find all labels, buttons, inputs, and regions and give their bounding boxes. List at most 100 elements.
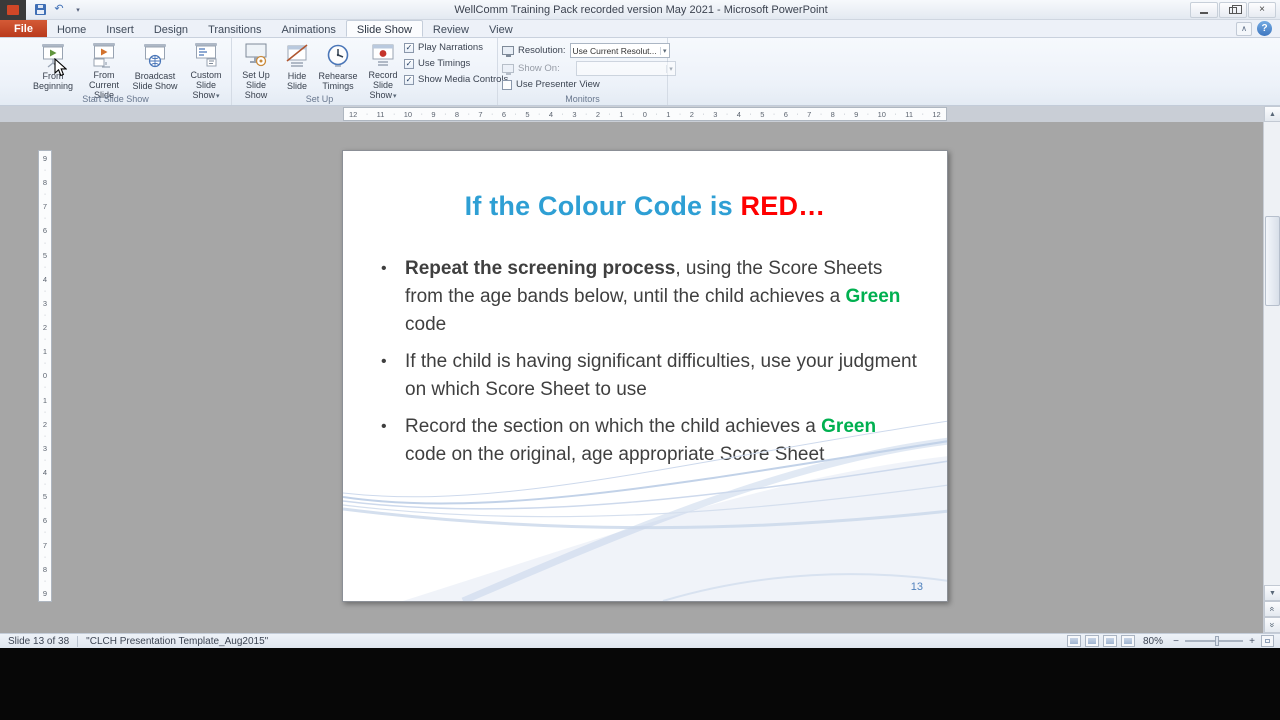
dropdown-icon: ▾ (660, 46, 667, 55)
quick-access-toolbar: ↶ ▾ (26, 2, 92, 17)
checkbox-label: Play Narrations (418, 42, 483, 53)
window-title: WellComm Training Pack recorded version … (454, 3, 828, 16)
help-button[interactable]: ? (1257, 21, 1272, 36)
tab-home[interactable]: Home (47, 20, 96, 37)
minimize-icon (1200, 11, 1208, 14)
fit-slide-to-window-button[interactable] (1261, 635, 1274, 647)
ruler-mark: 7 (42, 202, 48, 212)
next-slide-button[interactable]: » (1264, 617, 1280, 633)
group-label-set-up: Set Up (305, 94, 334, 104)
ruler-mark: 0 (642, 109, 647, 119)
hide-slide-button[interactable]: Hide Slide (280, 40, 314, 98)
decorative-swoosh (343, 420, 947, 601)
tab-design[interactable]: Design (144, 20, 198, 37)
ruler-mark: 11 (905, 109, 914, 119)
zoom-out-button[interactable]: − (1171, 636, 1181, 647)
ruler-mark: 1 (666, 109, 671, 119)
vertical-ruler[interactable]: 9 · 8 · 7 · 6 · 5 · 4 · 3 · 2 · 1 · 0 · 1 · 2 · 3 · 4 · 5 · 6 · 7 · 8 · 9 (38, 150, 52, 602)
slide-sorter-icon (1087, 638, 1096, 644)
hide-slide-icon (284, 41, 310, 69)
checkbox-use-timings[interactable]: ✓ Use Timings (404, 58, 508, 69)
save-button[interactable] (32, 2, 48, 17)
record-slide-show-button[interactable]: Record Slide Show▾ (360, 40, 406, 100)
tab-transitions[interactable]: Transitions (198, 20, 271, 37)
close-button[interactable]: × (1248, 1, 1276, 18)
title-run: If the Colour Code is (464, 191, 741, 221)
checkbox-play-narrations[interactable]: ✓ Play Narrations (404, 42, 508, 53)
broadcast-slide-show-button[interactable]: Broadcast Slide Show (130, 40, 180, 98)
qat-customize-button[interactable]: ▾ (70, 2, 86, 17)
start-slide-show-group: From Beginning From Current Slide Broadcas… (0, 38, 232, 105)
reading-view-icon (1105, 638, 1114, 644)
slide-sorter-view-button[interactable] (1084, 635, 1099, 647)
ruler-tick: · (819, 110, 823, 118)
ruler-mark: 2 (42, 323, 48, 333)
restore-button[interactable] (1219, 1, 1247, 18)
normal-view-button[interactable] (1066, 635, 1081, 647)
ruler-mark: 4 (736, 109, 741, 119)
ruler-tick: · (749, 110, 752, 118)
scroll-down-button[interactable]: ▼ (1264, 585, 1280, 601)
tab-review[interactable]: Review (423, 20, 479, 37)
ruler-tick: · (514, 110, 517, 118)
close-icon: × (1259, 4, 1265, 15)
ruler-mark: 2 (595, 109, 600, 119)
ruler-mark: 5 (760, 109, 765, 119)
tab-slide-show[interactable]: Slide Show (345, 20, 423, 37)
horizontal-ruler[interactable]: 12 · 11 · 10 · 9 · 8 · 7 · 6 · 5 · 4 · 3 · 2 · 1 · 0 · 1 · 2 · 3 · 4 · 5 · 6… (343, 107, 947, 121)
ruler-mark: 8 (454, 109, 460, 119)
ruler-tick: · (43, 167, 47, 175)
ruler-tick: · (43, 215, 47, 223)
title-run: RED (740, 191, 799, 221)
resolution-select[interactable]: Use Current Resolut... ▾ (569, 43, 670, 58)
zoom-in-button[interactable]: + (1247, 636, 1257, 647)
custom-slide-show-button[interactable]: Custom Slide Show▾ (182, 40, 230, 100)
use-presenter-view-checkbox[interactable]: Use Presenter View (502, 79, 600, 90)
tab-file[interactable]: File (0, 20, 47, 37)
tab-insert[interactable]: Insert (96, 20, 144, 37)
tab-view[interactable]: View (479, 20, 523, 37)
zoom-slider-thumb[interactable] (1215, 636, 1219, 646)
set-up-slide-show-button[interactable]: Set Up Slide Show (236, 40, 276, 100)
ruler-mark: 6 (783, 109, 788, 119)
ruler-mark: 1 (619, 109, 624, 119)
bullet-item: • If the child is having significant diff… (381, 348, 921, 404)
reading-view-button[interactable] (1102, 635, 1117, 647)
scrollbar-thumb[interactable] (1265, 216, 1280, 306)
show-on-select: ▾ (575, 61, 676, 76)
slide-show-view-button[interactable] (1120, 635, 1135, 647)
bullet-text: Repeat the screening process, using the … (405, 258, 901, 335)
powerpoint-window: ↶ ▾ WellComm Training Pack recorded vers… (0, 0, 1280, 720)
normal-view-icon (1069, 638, 1078, 644)
ruler-mark: 5 (42, 492, 48, 502)
previous-slide-icon: « (1267, 606, 1278, 612)
checkbox-show-media-controls[interactable]: ✓ Show Media Controls (404, 74, 508, 85)
slide-canvas[interactable]: If the Colour Code is RED… • Repeat the s… (342, 150, 948, 602)
ruler-mark: 7 (807, 109, 812, 119)
ruler-tick: · (584, 110, 588, 118)
undo-button[interactable]: ↶ (51, 2, 67, 17)
ruler-tick: · (491, 110, 494, 118)
ruler-mark: 1 (42, 347, 48, 357)
app-icon[interactable] (0, 0, 26, 20)
window-controls: × (1190, 1, 1280, 18)
help-icon: ? (1261, 23, 1268, 34)
ruler-mark: 4 (42, 274, 48, 284)
title-run: … (798, 191, 826, 221)
minimize-button[interactable] (1190, 1, 1218, 18)
zoom-slider[interactable] (1185, 636, 1243, 646)
minimize-ribbon-button[interactable]: ∧ (1236, 21, 1252, 36)
scroll-up-icon: ▲ (1269, 110, 1276, 118)
bullet-icon: • (381, 353, 387, 370)
from-beginning-button[interactable]: From Beginning (30, 40, 76, 98)
rehearse-timings-button[interactable]: Rehearse Timings (318, 40, 358, 98)
ruler-tick: · (43, 360, 47, 368)
button-label: Slide Show (132, 81, 178, 91)
ruler-tick: · (444, 110, 447, 118)
tab-animations[interactable]: Animations (271, 20, 345, 37)
checkbox-box: ✓ (404, 74, 414, 85)
from-current-slide-button[interactable]: From Current Slide (80, 40, 128, 100)
previous-slide-button[interactable]: « (1264, 601, 1280, 617)
scroll-up-button[interactable]: ▲ (1264, 106, 1280, 122)
vertical-scrollbar[interactable]: ▲ ▼ « » (1263, 106, 1280, 633)
